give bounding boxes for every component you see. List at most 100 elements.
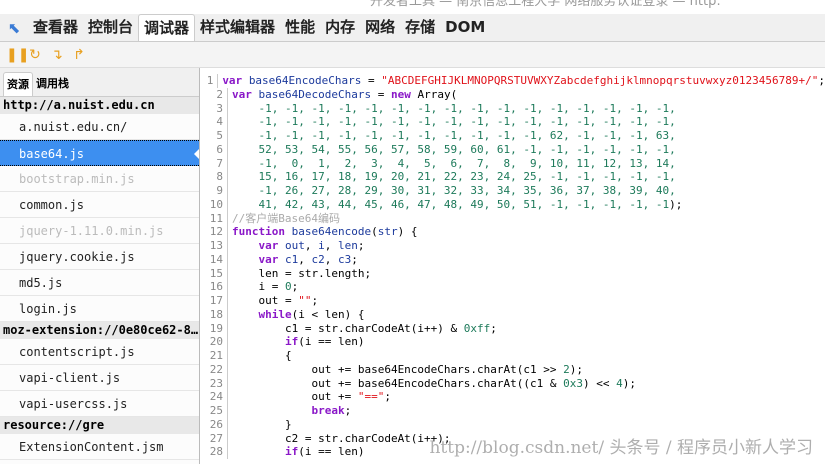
tab-call-stack[interactable]: 调用栈	[33, 72, 72, 96]
source-file[interactable]: vapi-usercss.js	[0, 391, 199, 417]
source-file[interactable]: common.js	[0, 192, 199, 218]
line-number[interactable]: 3	[200, 101, 228, 116]
code-token: i =	[232, 280, 285, 294]
line-number[interactable]: 12	[200, 225, 228, 239]
code-line: 11 //客户端Base64编码	[200, 211, 825, 226]
step-out-icon[interactable]: ↱	[72, 47, 86, 63]
line-number[interactable]: 26	[200, 417, 228, 432]
line-number[interactable]: 10	[200, 197, 228, 212]
line-number[interactable]: 20	[200, 335, 228, 349]
line-number[interactable]: 7	[200, 156, 228, 171]
code-token: out =	[232, 294, 299, 307]
code-token: ;	[351, 252, 358, 266]
code-token: -1, -1, -1, -1, -1, -1, -1, -1, -1, -1, …	[232, 115, 676, 129]
code-token: var	[258, 252, 285, 266]
code-token: new	[390, 87, 418, 101]
line-number[interactable]: 8	[200, 170, 228, 184]
code-token: c3	[338, 252, 352, 266]
step-in-icon[interactable]: ↴	[50, 47, 64, 63]
source-file[interactable]: jquery-1.11.0.min.js	[0, 218, 199, 244]
tab-0[interactable]: 查看器	[28, 14, 83, 41]
element-picker-icon[interactable]: ⬉	[0, 14, 28, 41]
code-token: =	[371, 87, 391, 101]
code-token: ;	[818, 74, 825, 87]
line-number[interactable]: 25	[200, 404, 228, 418]
tab-5[interactable]: 内存	[320, 14, 360, 41]
line-number[interactable]: 17	[200, 294, 228, 308]
line-number[interactable]: 27	[200, 431, 228, 446]
code-token: -1, 26, 27, 28, 29, 30, 31, 32, 33, 34, …	[232, 184, 676, 197]
code-token: c2	[311, 252, 325, 266]
code-token: 41, 42, 43, 44, 45, 46, 47, 48, 49, 50, …	[232, 197, 670, 211]
code-line: 18 while (i < len) {	[200, 307, 825, 322]
code-editor[interactable]: 1 var base64EncodeChars = "ABCDEFGHIJKLMN…	[200, 74, 825, 464]
code-token: c1	[285, 252, 299, 266]
code-token: base64encode	[291, 225, 372, 239]
code-token: {	[232, 349, 292, 362]
devtools-toolbar: ⬉ 查看器 控制台 调试器 样式编辑器 性能 内存 网络 存储 DOM	[0, 14, 825, 42]
code-token: base64DecodeChars	[258, 87, 372, 101]
line-number[interactable]: 16	[200, 280, 228, 294]
line-number[interactable]: 5	[200, 129, 228, 143]
step-over-icon[interactable]: ↻	[28, 47, 42, 63]
code-token: 52, 53, 54, 55, 56, 57, 58, 59, 60, 61, …	[232, 142, 676, 156]
code-token: if	[284, 445, 299, 459]
tab-1[interactable]: 控制台	[83, 14, 138, 41]
code-token: out	[285, 239, 305, 252]
tab-sources[interactable]: 资源	[3, 72, 33, 96]
line-number[interactable]: 9	[200, 184, 228, 198]
code-token: out += base64EncodeChars.charAt(c1 >>	[232, 362, 564, 376]
code-token: (	[371, 225, 378, 239]
code-token: ;	[291, 280, 299, 294]
source-file[interactable]: base64.js	[0, 140, 199, 166]
code-line: 12 function base64encode(str) {	[200, 225, 825, 239]
line-number[interactable]: 11	[200, 211, 228, 226]
code-line: 15 len = str.length;	[200, 266, 825, 281]
line-number[interactable]: 13	[200, 239, 228, 253]
source-file[interactable]: a.nuist.edu.cn/	[0, 114, 199, 140]
tab-8[interactable]: DOM	[440, 14, 490, 41]
code-token: =	[361, 74, 382, 87]
tab-4[interactable]: 性能	[280, 14, 320, 41]
code-token: -1, -1, -1, -1, -1, -1, -1, -1, -1, -1, …	[232, 129, 676, 142]
code-line: 13 var out, i, len;	[200, 239, 825, 253]
source-file[interactable]: login.js	[0, 296, 199, 322]
code-line: 5 -1, -1, -1, -1, -1, -1, -1, -1, -1, -1…	[200, 129, 825, 143]
line-number[interactable]: 21	[200, 349, 228, 363]
source-file[interactable]: vapi-client.js	[0, 365, 199, 391]
line-number[interactable]: 19	[200, 321, 228, 336]
source-group[interactable]: moz-extension://0e80ce62-8…	[0, 322, 199, 339]
line-number[interactable]: 2	[200, 87, 228, 102]
code-line: 19 c1 = str.charCodeAt(i++) & 0xff;	[200, 321, 825, 336]
line-number[interactable]: 22	[200, 362, 228, 377]
source-group[interactable]: resource://gre	[0, 417, 199, 434]
code-line: 22 out += base64EncodeChars.charAt(c1 >>…	[200, 362, 825, 377]
line-number[interactable]: 18	[200, 307, 228, 322]
source-group[interactable]: http://a.nuist.edu.cn	[0, 97, 199, 114]
tab-2[interactable]: 调试器	[138, 14, 196, 41]
code-token: while	[258, 307, 292, 321]
code-token: "ABCDEFGHIJKLMNOPQRSTUVWXYZabcdefghijklm…	[381, 74, 819, 87]
line-number[interactable]: 23	[200, 376, 228, 391]
line-number[interactable]: 28	[200, 445, 228, 459]
line-number[interactable]: 15	[200, 266, 228, 281]
tab-7[interactable]: 存储	[400, 14, 440, 41]
source-file[interactable]: contentscript.js	[0, 339, 199, 365]
line-number[interactable]: 1	[200, 74, 219, 88]
code-token: );	[669, 197, 683, 211]
code-token: );	[569, 362, 584, 376]
line-number[interactable]: 14	[200, 252, 228, 267]
code-token: function	[232, 225, 292, 239]
line-number[interactable]: 4	[200, 115, 228, 129]
source-file[interactable]: ExtensionContent.jsm	[0, 434, 199, 460]
tab-3[interactable]: 样式编辑器	[195, 14, 280, 41]
source-file[interactable]: jquery.cookie.js	[0, 244, 199, 270]
line-number[interactable]: 24	[200, 390, 228, 404]
source-file[interactable]: bootstrap.min.js	[0, 166, 199, 192]
source-file[interactable]: md5.js	[0, 270, 199, 296]
tab-6[interactable]: 网络	[360, 14, 400, 41]
code-token: len	[338, 239, 358, 252]
pause-icon[interactable]: ❚❚	[6, 47, 29, 63]
line-number[interactable]: 6	[200, 142, 228, 157]
